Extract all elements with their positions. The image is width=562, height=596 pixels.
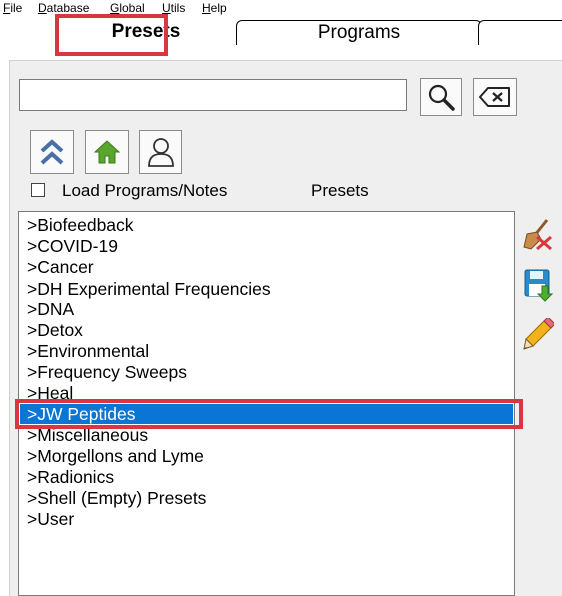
list-item[interactable]: >Heal [20, 383, 513, 403]
list-item[interactable]: >Frequency Sweeps [20, 362, 513, 382]
magnifier-icon [428, 84, 455, 111]
save-disk-icon [524, 269, 554, 302]
tab-extra[interactable] [478, 20, 562, 45]
list-item[interactable]: >Biofeedback [20, 215, 513, 235]
list-item[interactable]: >Morgellons and Lyme [20, 446, 513, 466]
home-button[interactable] [85, 130, 129, 174]
edit-preset-button[interactable] [519, 316, 557, 354]
menu-utils[interactable]: Utils [162, 1, 185, 16]
list-item[interactable]: >User [20, 509, 513, 529]
save-preset-button[interactable] [519, 266, 557, 304]
delete-preset-button[interactable] [519, 215, 557, 253]
menu-global[interactable]: Global [110, 1, 145, 16]
menu-help[interactable]: Help [202, 1, 227, 16]
list-item[interactable]: >Shell (Empty) Presets [20, 488, 513, 508]
search-button[interactable] [420, 78, 462, 116]
search-input[interactable] [19, 79, 407, 111]
home-icon [93, 140, 121, 164]
double-chevron-up-icon [40, 139, 64, 165]
menu-file[interactable]: File [3, 1, 22, 16]
navigate-up-button[interactable] [30, 130, 74, 174]
list-item-selected[interactable]: >JW Peptides [20, 404, 513, 424]
list-item[interactable]: >COVID-19 [20, 236, 513, 256]
clear-search-button[interactable] [473, 78, 517, 116]
list-item[interactable]: >DNA [20, 299, 513, 319]
menu-bar: File Database Global Utils Help [0, 0, 562, 17]
tab-presets[interactable]: Presets [60, 20, 232, 44]
load-programs-checkbox[interactable] [31, 183, 45, 197]
presets-list[interactable]: >Biofeedback >COVID-19 >Cancer >DH Exper… [18, 211, 515, 596]
list-item[interactable]: >DH Experimental Frequencies [20, 279, 513, 299]
user-button[interactable] [139, 130, 182, 174]
user-icon [147, 138, 174, 167]
list-item[interactable]: >Miscellaneous [20, 425, 513, 445]
section-label: Presets [311, 181, 369, 200]
list-item[interactable]: >Radionics [20, 467, 513, 487]
menu-database[interactable]: Database [38, 1, 89, 16]
tab-programs[interactable]: Programs [236, 20, 482, 45]
list-item[interactable]: >Environmental [20, 341, 513, 361]
broom-delete-icon [523, 219, 552, 251]
backspace-icon [479, 87, 510, 107]
list-item[interactable]: >Detox [20, 320, 513, 340]
pencil-icon [523, 318, 554, 350]
load-programs-label: Load Programs/Notes [62, 181, 228, 200]
app-window: File Database Global Utils Help Presets … [0, 0, 562, 596]
list-item[interactable]: >Cancer [20, 257, 513, 277]
